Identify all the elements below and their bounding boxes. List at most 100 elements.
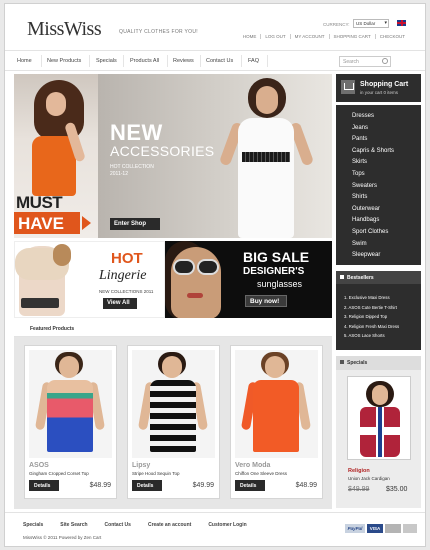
product-card[interactable]: ASOS Gingham Cropped Corset Top Details … [24, 345, 117, 499]
uk-flag-icon[interactable] [397, 20, 406, 26]
toplink-home[interactable]: HOME [239, 34, 261, 39]
header: MissWiss QUALITY CLOTHES FOR YOU! CURREN… [5, 4, 425, 48]
toplink-logout[interactable]: LOG OUT [260, 34, 289, 39]
page: MissWiss QUALITY CLOTHES FOR YOU! CURREN… [4, 3, 426, 547]
specials-box: Specials Religion Union Jack Cardigan $4… [336, 356, 421, 508]
view-all-button[interactable]: View All [103, 298, 137, 309]
specials-product-image[interactable] [347, 376, 411, 460]
model-orange-top [32, 136, 76, 196]
bestseller-item[interactable]: 4. Religion Fresh Maxi Dress [344, 322, 399, 332]
model-face [256, 86, 278, 114]
currency-label: CURRENCY: [323, 22, 350, 27]
must-text: MUST [16, 193, 63, 212]
square-bullet-icon [340, 275, 344, 279]
model-face [265, 356, 285, 378]
nav-contact[interactable]: Contact Us [206, 58, 233, 64]
visa-icon: VISA [367, 524, 383, 533]
bestseller-item[interactable]: 1. Exclusive Maxi Dress [344, 293, 399, 303]
footer-link-contact[interactable]: Contact Us [105, 522, 131, 528]
toplink-checkout[interactable]: CHECKOUT [374, 34, 409, 39]
product-brand: Vero Moda [235, 462, 271, 469]
product-name[interactable]: Gingham Cropped Corset Top [29, 471, 89, 476]
footer-link-login[interactable]: Customer Login [208, 522, 246, 528]
search-icon[interactable] [382, 58, 388, 64]
product-image[interactable] [235, 350, 318, 458]
banner-collection: HOT COLLECTION [110, 164, 154, 170]
enter-shop-button[interactable]: Enter Shop [110, 218, 160, 230]
details-button[interactable]: Details [29, 480, 59, 491]
model-face [171, 247, 221, 318]
banner-big-sale-title: BIG SALE [243, 249, 310, 265]
footer-link-search[interactable]: Site Search [60, 522, 87, 528]
category-item[interactable]: Sport Clothes [352, 227, 421, 239]
nav-products-all[interactable]: Products All [130, 58, 159, 64]
category-item[interactable]: Sleepwear [352, 250, 421, 262]
featured-title: Featured Products [30, 326, 75, 332]
category-item[interactable]: Handbags [352, 215, 421, 227]
sunglasses-icon [197, 259, 219, 275]
product-card[interactable]: Vero Moda Chiffon One Sleeve Dress Detai… [230, 345, 323, 499]
nav-divider [123, 55, 124, 67]
category-item[interactable]: Dresses [352, 111, 421, 123]
model-white-dress [238, 118, 294, 238]
cart-count: in your cart 0 items [360, 90, 399, 95]
banner-new-accessories[interactable]: NEW ACCESSORIES HOT COLLECTION 2011-12 E… [98, 74, 332, 238]
toplink-cart[interactable]: SHOPPING CART [328, 34, 375, 39]
product-image[interactable] [132, 350, 215, 458]
category-item[interactable]: Pants [352, 134, 421, 146]
category-item[interactable]: Tops [352, 169, 421, 181]
banner-big-sale[interactable]: BIG SALE DESIGNER'S sunglasses Buy now! [165, 241, 332, 318]
specials-name[interactable]: Religion [348, 468, 370, 474]
currency-select[interactable]: US Dollar ▾ [353, 19, 389, 28]
category-item[interactable]: Jeans [352, 123, 421, 135]
product-image[interactable] [29, 350, 112, 458]
footer-link-specials[interactable]: Specials [23, 522, 43, 528]
shopping-cart-box[interactable]: Shopping Cart in your cart 0 items [336, 74, 421, 102]
details-button[interactable]: Details [235, 480, 265, 491]
search-input[interactable]: Search [339, 56, 391, 67]
buy-now-button[interactable]: Buy now! [245, 295, 287, 307]
nav-new-products[interactable]: New Products [47, 58, 81, 64]
bestsellers-title: Bestsellers [347, 275, 374, 281]
card-icon [403, 524, 417, 533]
cart-title[interactable]: Shopping Cart [360, 81, 408, 88]
nav-specials[interactable]: Specials [96, 58, 117, 64]
footer-links: Specials Site Search Contact Us Create a… [23, 522, 264, 528]
category-item[interactable]: Outerwear [352, 204, 421, 216]
model-face [46, 92, 66, 116]
details-button[interactable]: Details [132, 480, 162, 491]
banner-hot-lingerie[interactable]: HOT Lingerie NEW COLLECTIONS 2011 View A… [14, 241, 165, 318]
model-belt [242, 152, 290, 162]
nav-home[interactable]: Home [17, 58, 32, 64]
bestseller-item[interactable]: 5. ASOS Lace Shorts [344, 331, 399, 341]
category-item[interactable]: Capris & Shorts [352, 146, 421, 158]
category-item[interactable]: Sweaters [352, 181, 421, 193]
toplink-account[interactable]: MY ACCOUNT [289, 34, 329, 39]
tagline: QUALITY CLOTHES FOR YOU! [119, 29, 198, 35]
banner-hot: HOT [111, 250, 143, 267]
banner-must-have[interactable]: MUST HAVE [14, 74, 98, 238]
category-item[interactable]: Skirts [352, 157, 421, 169]
logo[interactable]: MissWiss [27, 18, 102, 41]
product-price: $48.99 [295, 482, 317, 489]
nav-reviews[interactable]: Reviews [173, 58, 194, 64]
currency-value: US Dollar [356, 21, 376, 26]
category-item[interactable]: Shirts [352, 192, 421, 204]
bestseller-item[interactable]: 3. Religion Dipped Top [344, 312, 399, 322]
top-links: HOME LOG OUT MY ACCOUNT SHOPPING CART CH… [239, 34, 409, 39]
footer-link-create-account[interactable]: Create an account [148, 522, 191, 528]
category-item[interactable]: Swim [352, 239, 421, 251]
banner-lingerie-title: Lingerie [99, 268, 147, 283]
model-face [162, 356, 182, 378]
nav-faq[interactable]: FAQ [248, 58, 259, 64]
product-outfit [253, 380, 299, 452]
model-hair [53, 244, 71, 266]
banner-sunglasses: sunglasses [257, 279, 303, 289]
product-card[interactable]: Lipsy Stripe Hood Sequin Top Details $49… [127, 345, 220, 499]
product-brand: ASOS [29, 462, 49, 469]
specials-desc: Union Jack Cardigan [348, 476, 390, 481]
product-name[interactable]: Stripe Hood Sequin Top [132, 471, 179, 476]
banner-year: 2011-12 [110, 171, 128, 177]
bestseller-item[interactable]: 2. ASOS Cute Bertie T-Shirt [344, 303, 399, 313]
product-name[interactable]: Chiffon One Sleeve Dress [235, 471, 287, 476]
